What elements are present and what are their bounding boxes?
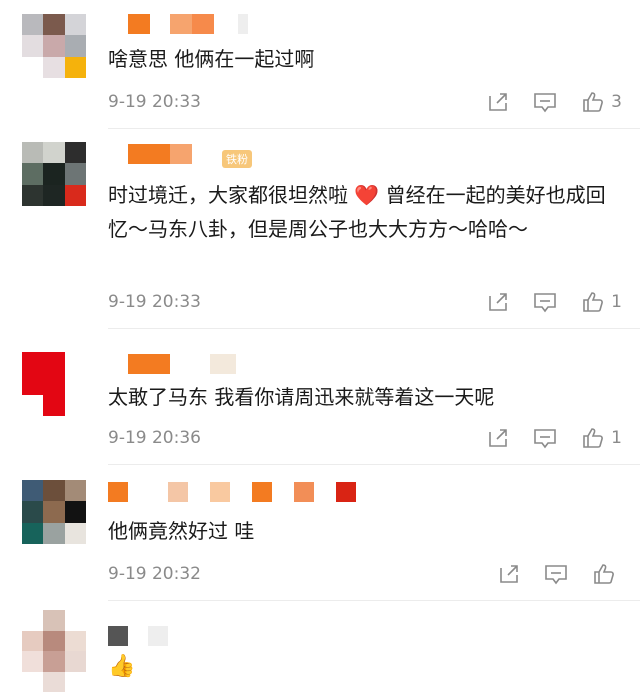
username[interactable] xyxy=(108,14,248,34)
comment-text: 时过境迁，大家都很坦然啦 ❤️ 曾经在一起的美好也成回忆～马东八卦，但是周公子也… xyxy=(108,183,606,241)
share-button[interactable] xyxy=(487,427,509,449)
comment-icon xyxy=(534,293,556,313)
share-icon xyxy=(489,293,507,311)
divider xyxy=(108,464,640,465)
reply-button[interactable] xyxy=(533,91,557,113)
thumbs-up-icon xyxy=(583,92,604,112)
share-icon xyxy=(500,565,518,583)
comment-icon xyxy=(545,565,567,585)
username[interactable] xyxy=(108,482,356,502)
like-button[interactable]: 3 xyxy=(581,90,622,114)
comment-time: 9-19 20:33 xyxy=(108,92,201,112)
avatar[interactable] xyxy=(22,142,86,206)
share-icon xyxy=(489,93,507,111)
avatar[interactable] xyxy=(22,480,86,544)
divider xyxy=(108,128,640,129)
avatar[interactable] xyxy=(22,610,86,692)
reply-button[interactable] xyxy=(533,427,557,449)
username[interactable] xyxy=(108,354,236,374)
divider xyxy=(108,600,640,601)
thumbs-up-icon xyxy=(583,292,604,312)
like-count: 1 xyxy=(611,428,622,448)
like-button[interactable]: 1 xyxy=(581,426,622,450)
avatar[interactable] xyxy=(22,352,86,416)
thumbs-up-icon xyxy=(583,428,604,448)
reply-button[interactable] xyxy=(544,563,568,585)
comment-time: 9-19 20:32 xyxy=(108,564,201,584)
comment-text: 他俩竟然好过 哇 xyxy=(108,519,255,543)
comment-time: 9-19 20:33 xyxy=(108,292,201,312)
avatar[interactable] xyxy=(22,14,86,78)
fan-badge: 铁粉 xyxy=(222,150,252,168)
share-button[interactable] xyxy=(487,291,509,313)
like-button[interactable]: 1 xyxy=(581,290,622,314)
username[interactable] xyxy=(108,626,168,646)
comment-time: 9-19 20:36 xyxy=(108,428,201,448)
comment-text: 啥意思 他俩在一起过啊 xyxy=(108,47,315,71)
share-button[interactable] xyxy=(487,91,509,113)
divider xyxy=(108,328,640,329)
share-button[interactable] xyxy=(498,563,520,585)
like-count: 1 xyxy=(611,292,622,312)
comment-text: 太敢了马东 我看你请周迅来就等着这一天呢 xyxy=(108,385,495,409)
like-button[interactable] xyxy=(592,562,622,586)
comment-icon xyxy=(534,93,556,113)
share-icon xyxy=(489,429,507,447)
like-count: 3 xyxy=(611,92,622,112)
thumbs-up-icon xyxy=(594,564,614,584)
comment-text: 👍 xyxy=(108,654,136,679)
reply-button[interactable] xyxy=(533,291,557,313)
comment-icon xyxy=(534,429,556,449)
username[interactable] xyxy=(108,144,192,164)
